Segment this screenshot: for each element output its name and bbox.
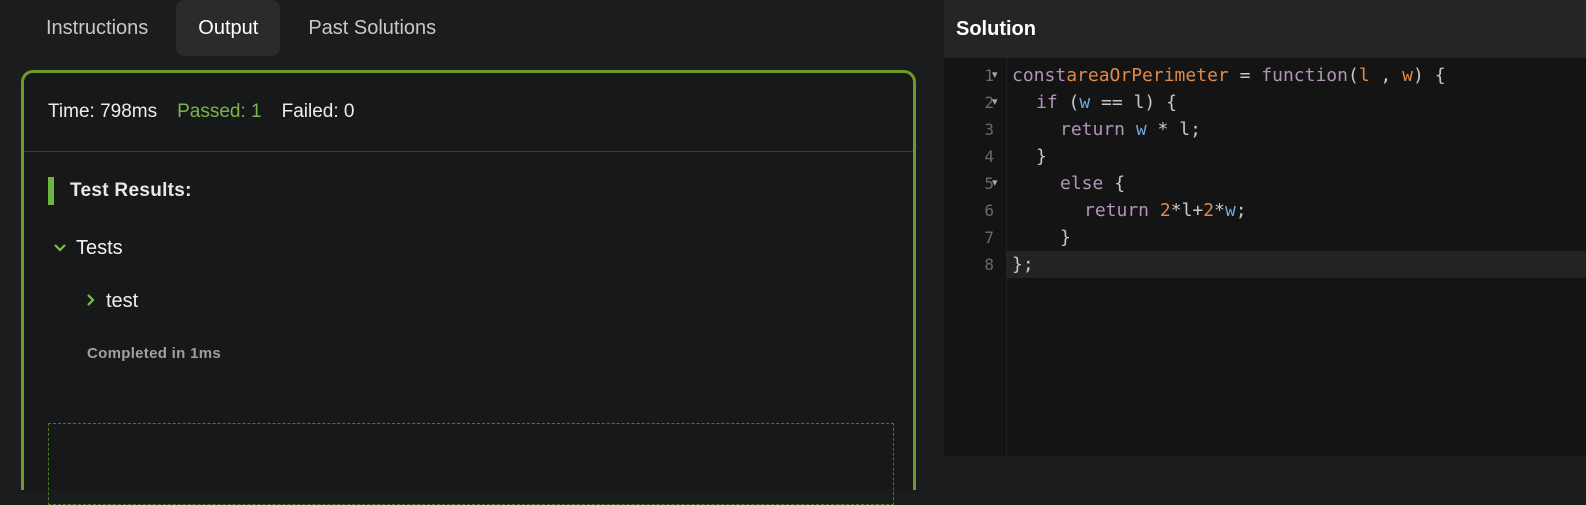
line-number: 4 bbox=[984, 147, 994, 166]
code-token: else bbox=[1060, 173, 1104, 194]
code-token: }; bbox=[1012, 254, 1034, 275]
code-line[interactable]: } bbox=[1006, 224, 1586, 251]
tests-group-label: Tests bbox=[76, 237, 123, 259]
line-number: 8 bbox=[984, 255, 994, 274]
line-number-gutter: 1 ▾ 2 ▾ 3 4 5 ▾ 6 7 8 bbox=[944, 58, 1007, 456]
code-line[interactable]: const areaOrPerimeter = function(l , w) … bbox=[1006, 62, 1586, 89]
code-editor[interactable]: const areaOrPerimeter = function(l , w) … bbox=[1006, 58, 1586, 456]
tests-group-toggle[interactable]: Tests bbox=[54, 237, 123, 260]
code-token: * bbox=[1170, 200, 1182, 221]
code-token: l bbox=[1179, 119, 1191, 140]
code-line-active[interactable]: }; bbox=[1006, 251, 1586, 278]
code-token: , bbox=[1369, 65, 1403, 86]
code-token: l bbox=[1133, 92, 1145, 113]
line-number: 1 bbox=[984, 66, 994, 85]
code-token: function bbox=[1261, 65, 1348, 86]
completed-time: Completed in 1ms bbox=[87, 345, 221, 362]
code-token: * bbox=[1146, 119, 1180, 140]
run-summary: Time: 798ms Passed: 1 Failed: 0 bbox=[24, 73, 913, 152]
log-output-box bbox=[48, 423, 894, 505]
solution-title: Solution bbox=[944, 0, 1586, 58]
test-results-title: Test Results: bbox=[70, 180, 192, 201]
tab-past-solutions[interactable]: Past Solutions bbox=[286, 0, 458, 56]
code-token: ( bbox=[1057, 92, 1080, 113]
passed-stat: Passed: 1 bbox=[177, 101, 262, 122]
code-token: w bbox=[1224, 200, 1236, 221]
code-token: l bbox=[1358, 65, 1370, 86]
chevron-down-icon bbox=[54, 240, 66, 258]
code-token: w bbox=[1079, 92, 1091, 113]
code-token: ) { bbox=[1413, 65, 1446, 86]
tab-output[interactable]: Output bbox=[176, 0, 281, 56]
fold-arrow-icon[interactable]: ▾ bbox=[992, 62, 1002, 89]
code-token: 2 bbox=[1149, 200, 1171, 221]
code-token: = bbox=[1228, 65, 1262, 86]
code-token: == bbox=[1090, 92, 1134, 113]
test-results-heading: Test Results: bbox=[48, 177, 192, 205]
output-pane: Instructions Output Past Solutions Time:… bbox=[0, 0, 944, 505]
code-line[interactable]: if (w == l) { bbox=[1006, 89, 1586, 116]
code-token: { bbox=[1103, 173, 1126, 194]
line-number: 5 bbox=[984, 174, 994, 193]
code-line[interactable]: return w * l; bbox=[1006, 116, 1586, 143]
code-token: return bbox=[1060, 119, 1126, 140]
code-token: w bbox=[1125, 119, 1147, 140]
fold-arrow-icon[interactable]: ▾ bbox=[992, 170, 1002, 197]
code-token: ; bbox=[1235, 200, 1247, 221]
failed-stat: Failed: 0 bbox=[281, 101, 355, 122]
code-line[interactable]: else { bbox=[1006, 170, 1586, 197]
tab-bar: Instructions Output Past Solutions bbox=[24, 0, 464, 58]
line-number: 6 bbox=[984, 201, 994, 220]
code-token: l bbox=[1181, 200, 1193, 221]
code-token: return bbox=[1084, 200, 1150, 221]
tab-instructions[interactable]: Instructions bbox=[24, 0, 170, 56]
solution-pane: Solution 1 ▾ 2 ▾ 3 4 5 ▾ 6 7 8 const are… bbox=[944, 0, 1586, 456]
fold-arrow-icon[interactable]: ▾ bbox=[992, 89, 1002, 116]
code-token: 2 bbox=[1203, 200, 1215, 221]
code-token: areaOrPerimeter bbox=[1066, 65, 1229, 86]
code-token: if bbox=[1036, 92, 1058, 113]
time-stat: Time: 798ms bbox=[48, 101, 158, 122]
line-number: 3 bbox=[984, 120, 994, 139]
code-token: w bbox=[1402, 65, 1414, 86]
code-token: } bbox=[1036, 146, 1047, 167]
code-token: ( bbox=[1347, 65, 1359, 86]
results-accent-bar bbox=[48, 177, 54, 205]
code-token: ) { bbox=[1144, 92, 1177, 113]
code-token: } bbox=[1060, 227, 1071, 248]
line-number: 2 bbox=[984, 93, 994, 112]
code-token: + bbox=[1192, 200, 1204, 221]
chevron-right-icon bbox=[86, 293, 96, 311]
test-item-toggle[interactable]: test bbox=[86, 290, 138, 313]
code-line[interactable]: } bbox=[1006, 143, 1586, 170]
code-token: const bbox=[1012, 65, 1067, 86]
test-item-label: test bbox=[106, 290, 139, 312]
code-token: ; bbox=[1190, 119, 1201, 140]
line-number: 7 bbox=[984, 228, 994, 247]
code-line[interactable]: return 2 * l +2 * w; bbox=[1006, 197, 1586, 224]
code-token: * bbox=[1214, 200, 1225, 221]
output-panel: Time: 798ms Passed: 1 Failed: 0 Test Res… bbox=[21, 70, 916, 505]
